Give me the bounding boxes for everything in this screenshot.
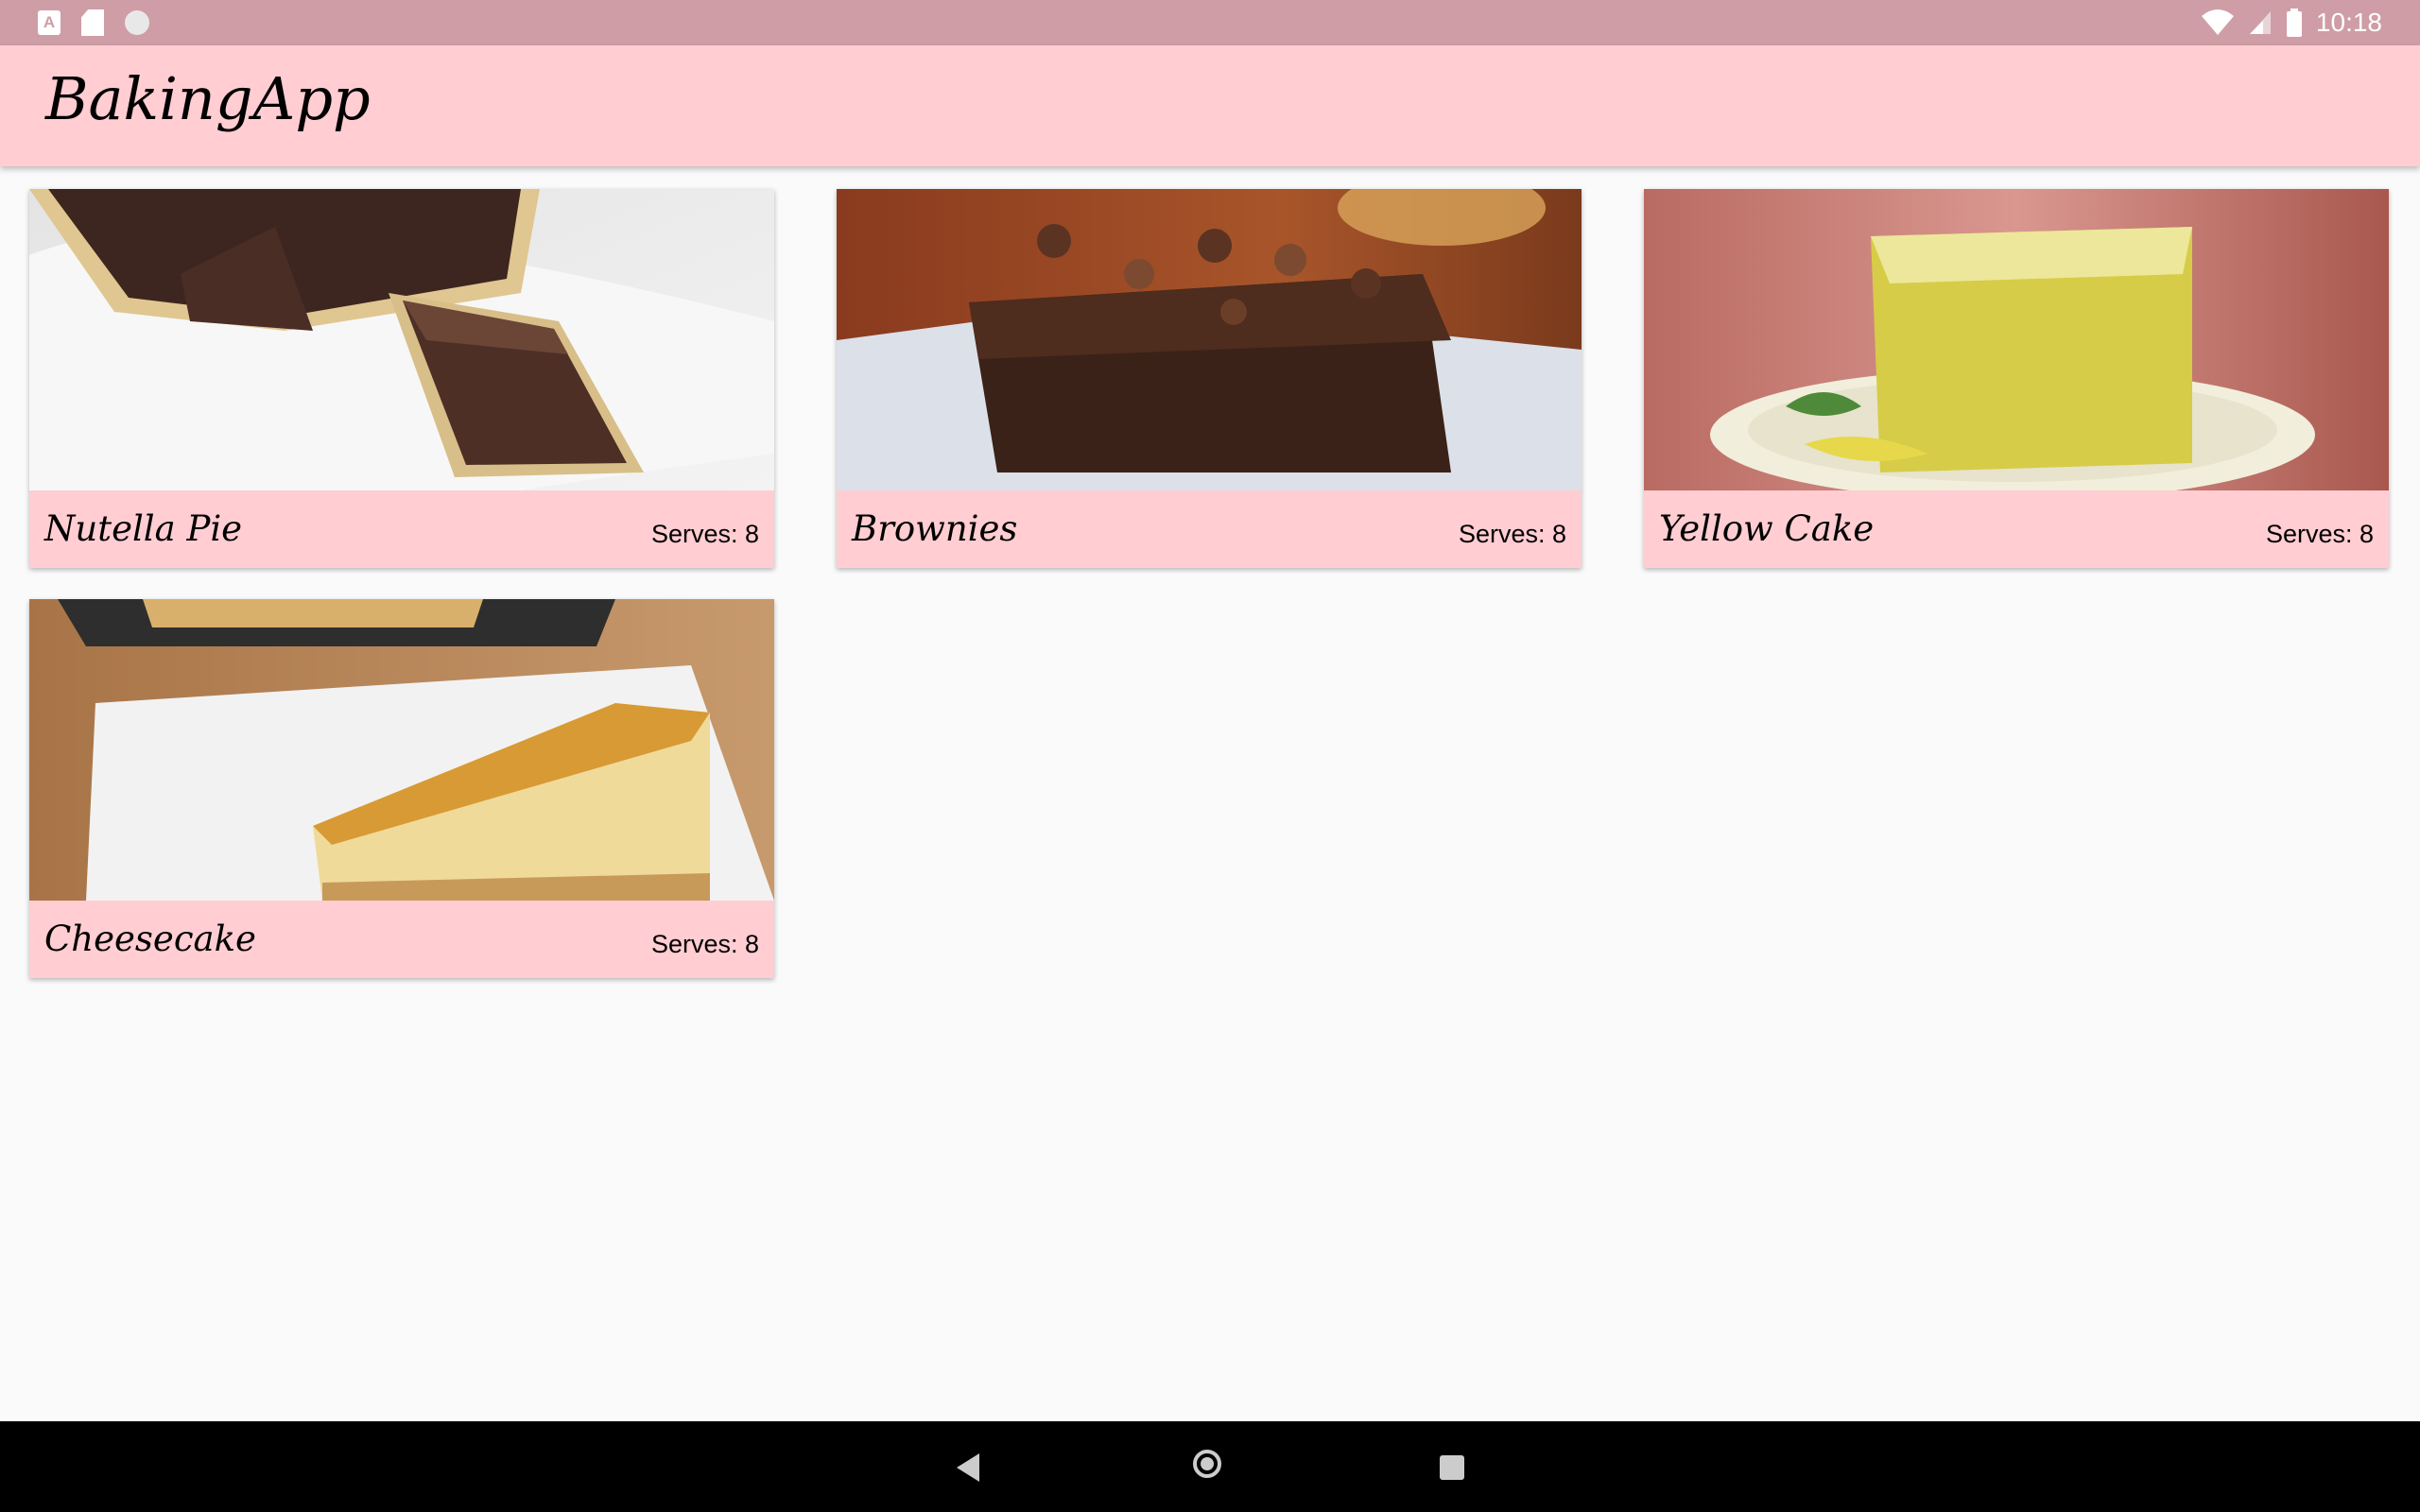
text-a-icon: A xyxy=(38,10,60,35)
app-bar: BakingApp xyxy=(0,45,2420,166)
recipe-card-brownies[interactable]: Brownies Serves: 8 xyxy=(837,189,1582,568)
home-icon[interactable] xyxy=(1193,1450,1221,1478)
recipe-name: Yellow Cake xyxy=(1659,508,1875,549)
sd-card-icon xyxy=(81,9,104,36)
cellular-signal-icon xyxy=(2249,11,2271,34)
app-title: BakingApp xyxy=(45,64,371,133)
recipe-name: Brownies xyxy=(852,508,1018,549)
recipe-card-yellow-cake[interactable]: Yellow Cake Serves: 8 xyxy=(1644,189,2389,568)
nutella-pie-photo xyxy=(29,189,774,490)
wifi-icon xyxy=(2201,9,2234,35)
recents-icon[interactable] xyxy=(1440,1455,1464,1480)
status-time: 10:18 xyxy=(2315,8,2382,37)
recipe-servings: Serves: 8 xyxy=(650,930,759,958)
status-bar: A 10:18 xyxy=(0,0,2420,45)
recipe-servings: Serves: 8 xyxy=(2265,520,2374,548)
navigation-bar xyxy=(0,1421,2420,1512)
back-icon[interactable] xyxy=(957,1453,979,1482)
circle-icon xyxy=(125,10,149,35)
battery-icon xyxy=(2286,9,2302,37)
recipe-card-cheesecake[interactable]: Cheesecake Serves: 8 xyxy=(29,599,774,978)
recipe-servings: Serves: 8 xyxy=(1458,520,1566,548)
recipe-name: Nutella Pie xyxy=(44,508,243,549)
recipe-servings: Serves: 8 xyxy=(650,520,759,548)
brownies-photo xyxy=(837,189,1582,490)
recipe-name: Cheesecake xyxy=(44,919,256,959)
yellow-cake-photo xyxy=(1644,189,2389,490)
recipe-card-nutella-pie[interactable]: Nutella Pie Serves: 8 xyxy=(29,189,774,568)
cheesecake-photo xyxy=(29,599,774,901)
